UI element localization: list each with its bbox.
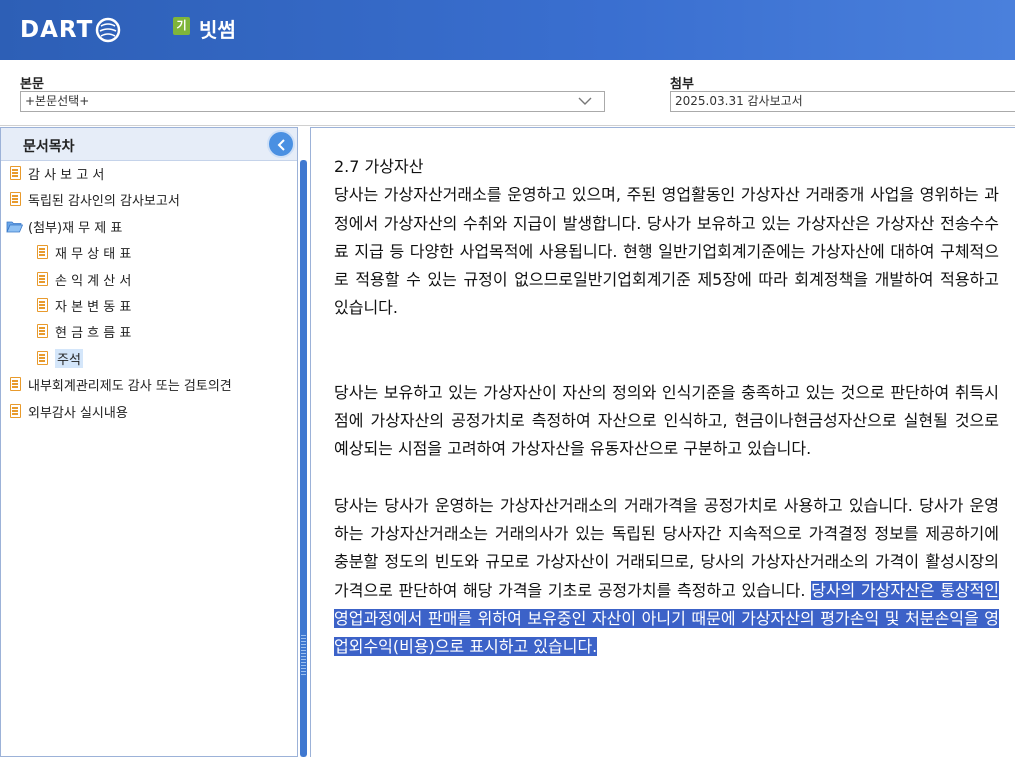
section-heading: 2.7 가상자산 — [334, 157, 424, 176]
toc-item-audit-report[interactable]: 감 사 보 고 서 — [10, 163, 104, 183]
toc-item-income-statement[interactable]: 손 익 계 산 서 — [37, 269, 131, 289]
scrollbar-thumb[interactable] — [300, 160, 307, 757]
dart-logo[interactable]: DART — [20, 14, 121, 46]
document-icon — [10, 192, 21, 206]
document-icon — [10, 377, 21, 391]
toc-item-label: 자 본 변 동 표 — [55, 299, 132, 315]
toc-item-financial-statements[interactable]: (첨부)재 무 제 표 — [6, 216, 122, 236]
toc-item-label: 감 사 보 고 서 — [28, 167, 105, 183]
document-viewer[interactable]: 2.7 가상자산 당사는 가상자산거래소를 운영하고 있으며, 주된 영업활동인… — [310, 127, 1015, 757]
attach-doc-label: 첨부 — [670, 77, 694, 92]
logo-text: DART — [20, 17, 94, 43]
toc-title: 문서목차 — [23, 139, 75, 155]
toc-item-independent-auditor-report[interactable]: 독립된 감사인의 감사보고서 — [10, 189, 180, 209]
toc-item-label: (첨부)재 무 제 표 — [28, 220, 123, 236]
document-icon — [37, 272, 48, 286]
toc-item-label: 독립된 감사인의 감사보고서 — [28, 193, 180, 209]
toc-item-label: 내부회계관리제도 감사 또는 검토의견 — [28, 378, 232, 394]
toc-item-internal-control-opinion[interactable]: 내부회계관리제도 감사 또는 검토의견 — [10, 374, 232, 394]
document-icon — [10, 404, 21, 418]
document-icon — [37, 324, 48, 338]
toc-item-label: 재 무 상 태 표 — [55, 246, 132, 262]
toc-item-notes[interactable]: 주석 — [37, 348, 83, 368]
chevron-left-icon — [277, 139, 285, 151]
toc-item-balance-sheet[interactable]: 재 무 상 태 표 — [37, 242, 131, 262]
document-icon — [37, 245, 48, 259]
globe-icon — [96, 17, 121, 43]
paragraph-2: 당사는 보유하고 있는 가상자산이 자산의 정의와 인식기준을 충족하고 있는 … — [334, 382, 999, 459]
attach-doc-select[interactable]: 2025.03.31 감사보고서 — [670, 91, 1015, 112]
scrollbar-grip — [301, 635, 306, 675]
attach-doc-select-value: 2025.03.31 감사보고서 — [675, 94, 803, 108]
company-name: 빗썸 — [199, 18, 236, 42]
document-icon — [37, 298, 48, 312]
toc-item-label: 현 금 흐 름 표 — [55, 325, 132, 341]
toc-item-equity-changes[interactable]: 자 본 변 동 표 — [37, 295, 131, 315]
toc-sidebar: 문서목차 감 사 보 고 서 독립된 감사인의 감사보고서 (첨부)재 무 제 … — [0, 127, 298, 757]
main-doc-select-value: +본문선택+ — [25, 94, 90, 108]
collapse-sidebar-button[interactable] — [267, 130, 295, 158]
corp-type-badge: 기 — [173, 17, 190, 35]
main-doc-select[interactable]: +본문선택+ — [20, 91, 605, 112]
document-body: 2.7 가상자산 당사는 가상자산거래소를 운영하고 있으며, 주된 영업활동인… — [334, 153, 1000, 662]
document-icon — [37, 351, 48, 365]
toc-item-label: 손 익 계 산 서 — [55, 273, 132, 289]
paragraph-1: 당사는 가상자산거래소를 운영하고 있으며, 주된 영업활동인 가상자산 거래중… — [334, 185, 999, 318]
chevron-down-icon — [578, 97, 592, 105]
toc-item-label: 외부감사 실시내용 — [28, 405, 128, 421]
toc-item-external-audit-details[interactable]: 외부감사 실시내용 — [10, 401, 128, 421]
paragraph-3: 당사는 당사가 운영하는 가상자산거래소의 거래가격을 공정가치로 사용하고 있… — [334, 492, 1000, 662]
toc-header: 문서목차 — [1, 128, 297, 161]
toc-item-cash-flow[interactable]: 현 금 흐 름 표 — [37, 321, 131, 341]
folder-open-icon — [6, 221, 23, 232]
main-doc-label: 본문 — [20, 77, 44, 92]
document-toolbar: 본문 +본문선택+ 첨부 2025.03.31 감사보고서 — [0, 60, 1015, 126]
toc-item-label-selected: 주석 — [55, 348, 83, 368]
sidebar-scrollbar[interactable] — [300, 160, 307, 757]
document-icon — [10, 166, 21, 180]
app-header: DART 기 빗썸 — [0, 0, 1015, 60]
